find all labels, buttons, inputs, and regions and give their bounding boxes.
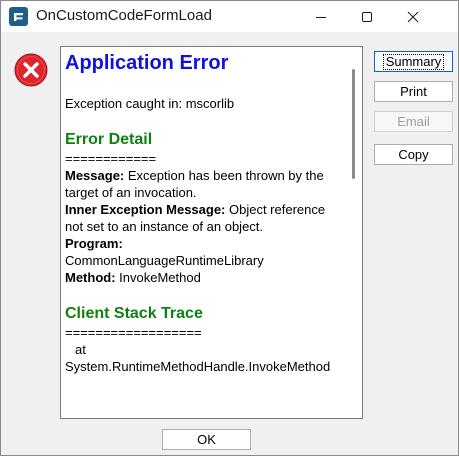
method-line: Method: InvokeMethod [65,269,346,286]
inner-exception-label: Inner Exception Message: [65,202,226,217]
error-report-text: Application Error Exception caught in: m… [65,51,346,375]
email-button: Email [374,111,453,132]
error-report-panel[interactable]: Application Error Exception caught in: m… [60,46,363,419]
program-value: CommonLanguageRuntimeLibrary [65,253,264,268]
app-e-icon [9,7,28,26]
window-title: OnCustomCodeFormLoad [36,7,212,24]
report-title: Application Error [65,52,229,74]
stack-trace-heading: Client Stack Trace [65,305,203,322]
stack-trace-method: System.RuntimeMethodHandle.InvokeMethod [65,359,331,374]
message-line: Message: Exception has been thrown by th… [65,167,346,201]
copy-button[interactable]: Copy [374,144,453,165]
error-dialog-window: OnCustomCodeFormLoad Application Error E… [0,0,459,456]
print-button[interactable]: Print [374,81,453,102]
minimize-button[interactable] [298,1,344,32]
report-scrollbar[interactable] [346,47,362,418]
title-bar[interactable]: OnCustomCodeFormLoad [1,1,458,32]
maximize-button[interactable] [344,1,390,32]
ok-button[interactable]: OK [162,429,251,450]
summary-button-label: Summary [382,53,445,70]
maximize-icon [362,11,372,22]
error-icon [14,53,48,87]
program-label: Program: [65,236,123,251]
method-value: InvokeMethod [115,270,201,285]
minimize-icon [316,16,326,18]
exception-caught-line: Exception caught in: mscorlib [65,96,235,111]
program-label-line: Program: [65,235,346,252]
method-label: Method: [65,270,116,285]
error-detail-separator: ============ [65,151,157,166]
summary-button[interactable]: Summary [374,51,453,72]
close-icon [407,11,419,22]
message-label: Message: [65,168,125,183]
stack-trace-at: at [75,342,86,357]
error-detail-heading: Error Detail [65,131,153,148]
stack-trace-separator: ================== [65,325,202,340]
inner-exception-line: Inner Exception Message: Object referenc… [65,201,346,235]
close-button[interactable] [390,1,436,32]
scrollbar-thumb[interactable] [352,69,355,179]
